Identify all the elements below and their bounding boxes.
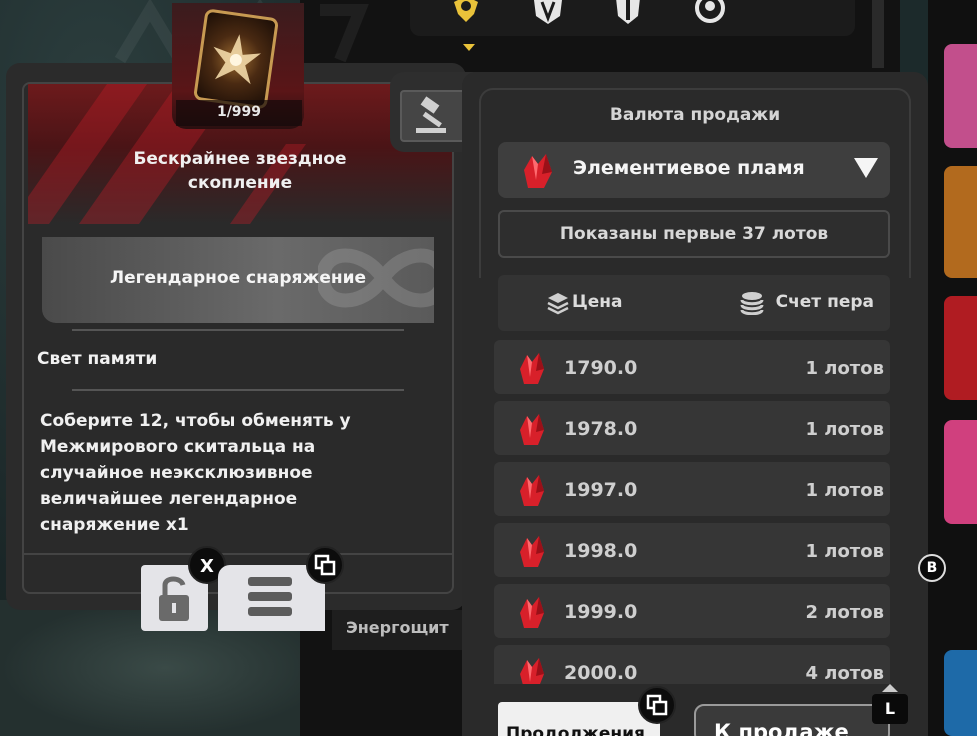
energy-shield-label: Энергощит bbox=[332, 610, 472, 650]
pen-count-column-header[interactable]: Счет пера bbox=[776, 292, 874, 312]
coin-stack-icon bbox=[740, 292, 764, 315]
lot-row[interactable]: 1978.0 1 лотов bbox=[494, 401, 890, 455]
side-card[interactable] bbox=[944, 296, 977, 400]
lot-price: 1998.0 bbox=[564, 540, 638, 562]
tab-shield-icon[interactable] bbox=[610, 0, 646, 30]
item-name: Бескрайнее звездное скопление bbox=[133, 149, 347, 193]
tab-emblem-icon[interactable] bbox=[448, 0, 484, 30]
lot-price: 1997.0 bbox=[564, 479, 638, 501]
lot-count: 1 лотов bbox=[805, 541, 884, 562]
side-card[interactable] bbox=[944, 420, 977, 524]
lot-price: 2000.0 bbox=[564, 662, 638, 684]
lots-list: 1790.0 1 лотов 1978.0 1 лотов 1997.0 1 лотов 1… bbox=[494, 340, 894, 684]
lot-row[interactable]: 1790.0 1 лотов bbox=[494, 340, 890, 394]
lot-count: 1 лотов bbox=[805, 419, 884, 440]
divider bbox=[22, 553, 454, 555]
active-tab-indicator-icon bbox=[463, 44, 475, 51]
lot-row[interactable]: 1999.0 2 лотов bbox=[494, 584, 890, 638]
shown-lots-info: Показаны первые 37 лотов bbox=[498, 210, 890, 258]
lot-row[interactable]: 1997.0 1 лотов bbox=[494, 462, 890, 516]
side-card[interactable] bbox=[944, 166, 977, 278]
divider bbox=[72, 329, 404, 331]
lots-table-header: Цена Счет пера bbox=[498, 275, 890, 331]
copy-icon bbox=[314, 554, 336, 576]
element-flame-gem-icon bbox=[524, 154, 552, 188]
item-quantity: 1/999 bbox=[216, 104, 262, 120]
continue-button-label: Продолжения bbox=[506, 724, 645, 736]
copy-key-badge bbox=[638, 686, 676, 724]
copy-icon bbox=[646, 694, 668, 716]
element-flame-gem-icon bbox=[520, 475, 544, 506]
currency-dropdown[interactable]: Элементиевое пламя bbox=[498, 142, 890, 198]
element-flame-gem-icon bbox=[520, 597, 544, 628]
lot-row[interactable]: 2000.0 4 лотов bbox=[494, 645, 890, 684]
currency-selected: Элементиевое пламя bbox=[573, 157, 805, 179]
lot-row[interactable]: 1998.0 1 лотов bbox=[494, 523, 890, 577]
to-sale-button-label: К продаже bbox=[714, 720, 849, 736]
side-card[interactable] bbox=[944, 44, 977, 148]
divider bbox=[72, 389, 404, 391]
lot-count: 2 лотов bbox=[805, 602, 884, 623]
triangle-indicator-icon bbox=[882, 684, 898, 692]
element-flame-gem-icon bbox=[520, 414, 544, 445]
lot-price: 1978.0 bbox=[564, 418, 638, 440]
to-sale-button[interactable]: К продаже bbox=[694, 704, 890, 736]
side-card[interactable] bbox=[944, 650, 977, 736]
continue-button[interactable]: Продолжения bbox=[498, 702, 660, 736]
tab-helmet-icon[interactable] bbox=[530, 0, 566, 30]
top-tab-bar bbox=[410, 0, 855, 36]
auction-button[interactable] bbox=[400, 90, 467, 142]
scroll-strip bbox=[872, 0, 884, 68]
star-cluster-item-icon bbox=[192, 8, 280, 110]
rarity-label: Легендарное снаряжение bbox=[109, 268, 367, 288]
lot-count: 1 лотов bbox=[805, 358, 884, 379]
layers-icon bbox=[547, 293, 569, 315]
bottom-key-badge: L bbox=[872, 694, 908, 724]
currency-title: Валюта продажи bbox=[609, 105, 781, 125]
copy-key-badge bbox=[306, 546, 344, 584]
price-column-header[interactable]: Цена bbox=[572, 292, 623, 312]
element-flame-gem-icon bbox=[520, 536, 544, 567]
element-flame-gem-icon bbox=[520, 658, 544, 684]
section-title: Свет памяти bbox=[37, 349, 158, 369]
tab-target-icon[interactable] bbox=[692, 0, 728, 30]
item-description: Соберите 12, чтобы обменять у Межмировог… bbox=[40, 411, 351, 535]
right-key-badge: B bbox=[918, 554, 946, 582]
lot-price: 1790.0 bbox=[564, 357, 638, 379]
gavel-icon bbox=[416, 96, 446, 133]
lot-count: 4 лотов bbox=[805, 663, 884, 684]
lot-price: 1999.0 bbox=[564, 601, 638, 623]
dropdown-arrow-icon bbox=[854, 158, 878, 178]
lot-count: 1 лотов bbox=[805, 480, 884, 501]
element-flame-gem-icon bbox=[520, 353, 544, 384]
